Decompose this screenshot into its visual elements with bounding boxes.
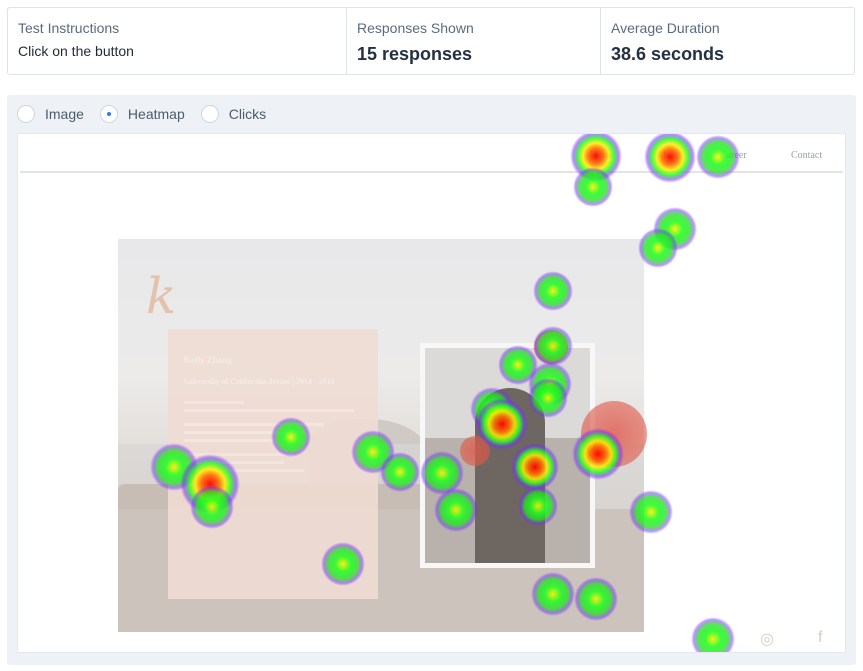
nav-contact: Contact	[791, 150, 823, 161]
view-mode-radio-group: Image Heatmap Clicks	[17, 104, 282, 124]
about-text-line	[184, 423, 324, 426]
about-text-line	[184, 461, 284, 464]
radio-button[interactable]	[17, 105, 35, 123]
radio-label: Heatmap	[127, 106, 185, 122]
nav-career: Career	[720, 150, 747, 161]
about-text-line	[184, 469, 304, 472]
responses-label: Responses Shown	[357, 20, 474, 36]
heat-spot	[573, 167, 613, 207]
responses-value: 15 responses	[357, 44, 473, 64]
duration-label: Average Duration	[611, 20, 720, 36]
instagram-icon: ◎	[760, 631, 774, 648]
radio-label: Image	[45, 106, 84, 122]
responses-cell: Responses Shown 15 responses	[347, 8, 601, 74]
view-mode-clicks[interactable]: Clicks	[200, 105, 267, 123]
heat-spot	[638, 228, 678, 268]
heat-spot	[653, 207, 697, 251]
instructions-label: Test Instructions	[18, 20, 120, 36]
nav-about: About	[656, 150, 681, 161]
nav-home: Home	[590, 150, 615, 161]
hero-image: k Kelly Zhang University of California, …	[118, 239, 644, 632]
site-logo: k	[146, 267, 177, 325]
facebook-icon: f	[818, 629, 823, 646]
about-card: Kelly Zhang University of California, Ir…	[168, 329, 378, 599]
instructions-cell: Test Instructions Click on the button	[8, 8, 347, 74]
about-text-line	[184, 401, 244, 404]
results-panel: Image Heatmap Clicks Home About Career C…	[7, 95, 856, 665]
about-text-line	[184, 409, 354, 412]
view-mode-heatmap[interactable]: Heatmap	[99, 105, 185, 123]
linkedin-icon: in	[704, 629, 717, 646]
about-school: University of California, Irvine | 2014 …	[184, 377, 335, 386]
about-text-line	[184, 439, 274, 442]
radio-button[interactable]	[200, 105, 219, 123]
instructions-value: Click on the button	[18, 43, 134, 59]
about-text-line	[184, 453, 294, 456]
about-name: Kelly Zhang	[184, 355, 232, 365]
test-summary: Test Instructions Click on the button Re…	[7, 7, 855, 75]
duration-cell: Average Duration 38.6 seconds	[601, 8, 854, 74]
screenshot-preview: Home About Career Contact k Kelly Zhang …	[17, 133, 846, 653]
radio-button-selected[interactable]	[99, 105, 118, 123]
photo-person	[475, 388, 545, 563]
view-mode-image[interactable]: Image	[17, 105, 84, 123]
duration-value: 38.6 seconds	[611, 44, 725, 64]
site-nav-bar: Home About Career Contact	[20, 134, 843, 173]
about-text-line	[184, 431, 304, 434]
profile-photo	[420, 343, 595, 568]
radio-label: Clicks	[228, 106, 267, 122]
